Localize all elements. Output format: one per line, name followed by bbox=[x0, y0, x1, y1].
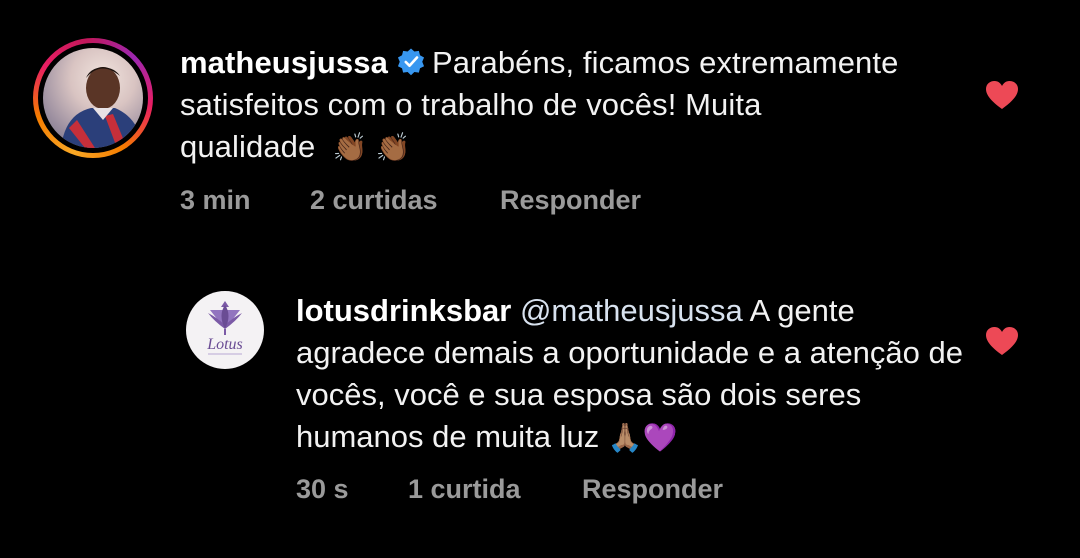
reply-likes-count[interactable]: 1 curtida bbox=[408, 474, 521, 505]
comment-timestamp: 3 min bbox=[180, 185, 251, 215]
reply-emojis: 🙏🏽💜 bbox=[607, 422, 678, 453]
comment-emojis: 👏🏾 👏🏾 bbox=[332, 132, 411, 163]
reply-body: lotusdrinksbar @matheusjussa A gente agr… bbox=[296, 290, 976, 459]
reply-timestamp: 30 s bbox=[296, 474, 349, 504]
lotus-logo-icon: Lotus bbox=[206, 301, 243, 355]
heart-icon[interactable] bbox=[985, 326, 1019, 356]
reply-mention[interactable]: @matheusjussa bbox=[520, 293, 743, 328]
comment-body: matheusjussa Parabéns, ficamos extremamen… bbox=[180, 42, 900, 169]
comment-reply-button[interactable]: Responder bbox=[500, 185, 641, 216]
avatar bbox=[43, 48, 143, 148]
reply-username[interactable]: lotusdrinksbar bbox=[296, 293, 511, 328]
verified-badge-icon bbox=[397, 48, 425, 76]
heart-icon[interactable] bbox=[985, 80, 1019, 110]
comment-username[interactable]: matheusjussa bbox=[180, 45, 388, 80]
comments-thread: matheusjussa Parabéns, ficamos extremamen… bbox=[0, 0, 1080, 558]
reply-reply-button[interactable]: Responder bbox=[582, 474, 723, 505]
comment-likes-count[interactable]: 2 curtidas bbox=[310, 185, 438, 216]
svg-text:Lotus: Lotus bbox=[206, 336, 243, 353]
story-ring-avatar[interactable] bbox=[33, 38, 153, 158]
reply-avatar[interactable]: Lotus bbox=[186, 291, 264, 369]
